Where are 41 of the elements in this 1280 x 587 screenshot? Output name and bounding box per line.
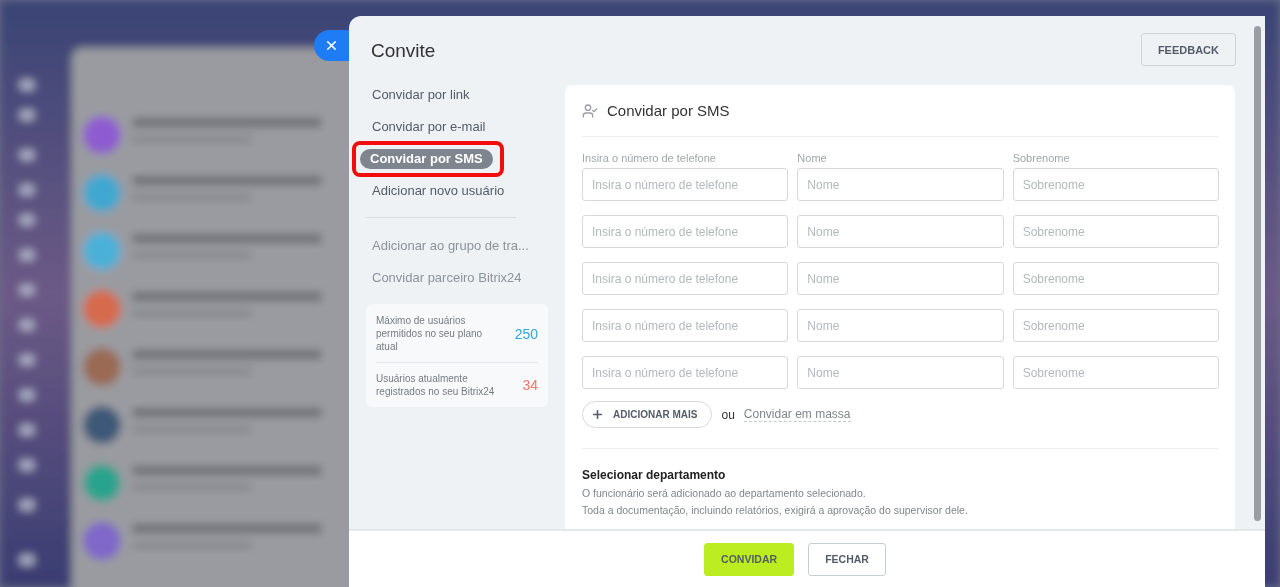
input-field[interactable]: Insira o número de telefone (582, 262, 789, 295)
limit-value: 250 (514, 325, 538, 342)
dialog-title: Convite (371, 39, 436, 62)
sidebar-item[interactable]: Convidar por link (366, 85, 476, 105)
input-field[interactable]: Insira o número de telefone (582, 356, 789, 389)
input-field[interactable]: Nome (797, 309, 1004, 342)
input-field[interactable]: Sobrenome (1012, 262, 1219, 295)
department-note: O funcionário será adicionado ao departamento selecionado. (582, 487, 867, 499)
limit-label: Máximo de usuários permitidos no seu plano atual (376, 314, 484, 353)
input-field[interactable]: Sobrenome (1012, 215, 1219, 248)
input-field[interactable]: Sobrenome (1012, 309, 1219, 342)
column-label: Insira o número de telefone (582, 152, 717, 164)
scrollbar-thumb[interactable] (1254, 26, 1261, 521)
sidebar-item[interactable]: Convidar por e-mail (366, 117, 492, 137)
input-field[interactable]: Nome (797, 356, 1004, 389)
input-field[interactable]: Nome (797, 262, 1004, 295)
user-icon (582, 102, 598, 119)
limit-label: Usuários atualmente registrados no seu Bitrix24 (376, 372, 496, 398)
department-note: Toda a documentação, incluindo relatórios, exigirá a aprovação do supervisor dele. (582, 504, 969, 516)
input-field[interactable]: Sobrenome (1012, 168, 1219, 201)
input-field[interactable]: Nome (797, 168, 1004, 201)
plus-icon (591, 408, 604, 421)
input-field[interactable]: Insira o número de telefone (582, 215, 789, 248)
invite-button[interactable]: CONVIDAR (704, 542, 795, 576)
input-field[interactable]: Sobrenome (1012, 356, 1219, 389)
form-title: Convidar por SMS (607, 102, 730, 119)
input-field[interactable]: Nome (797, 215, 1004, 248)
or-text: ou (721, 407, 735, 422)
mass-invite-link[interactable]: Convidar em massa (743, 407, 851, 422)
close-icon (324, 38, 339, 53)
sidebar-item[interactable]: Adicionar novo usuário (366, 181, 511, 201)
limit-value: 34 (522, 377, 538, 393)
input-field[interactable]: Insira o número de telefone (582, 309, 789, 342)
column-label: Sobrenome (1012, 152, 1071, 164)
sidebar-item[interactable]: Convidar por SMS (360, 149, 493, 169)
add-more-button[interactable]: ADICIONAR MAIS (582, 401, 713, 428)
department-title: Selecionar departamento (582, 468, 727, 482)
input-field[interactable]: Insira o número de telefone (582, 168, 789, 201)
feedback-button[interactable]: FEEDBACK (1140, 33, 1236, 66)
close-dialog-button[interactable]: FECHAR (808, 542, 886, 576)
column-label: Nome (797, 152, 828, 164)
